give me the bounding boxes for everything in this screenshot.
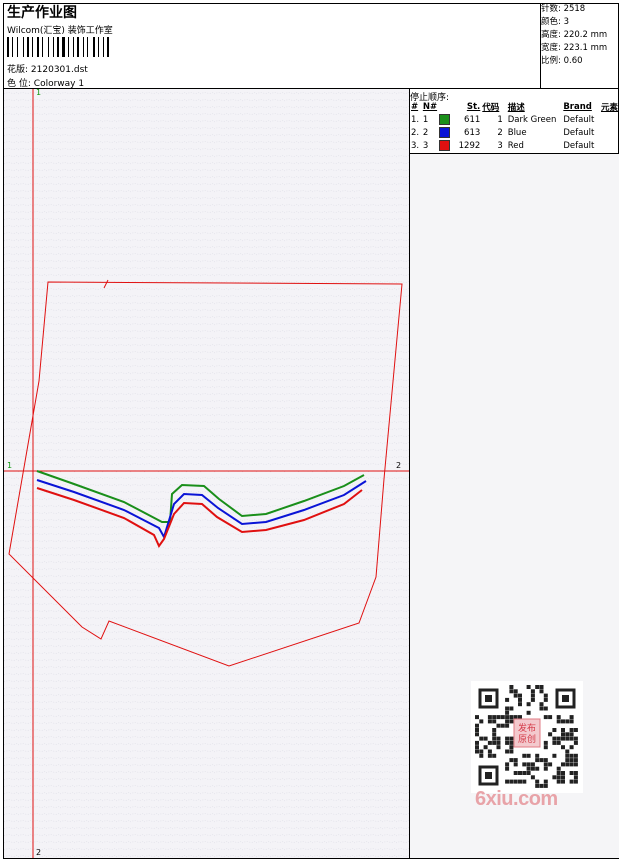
frame-top xyxy=(3,3,619,4)
color-swatch xyxy=(439,127,451,138)
table-row: 3. 3 1292 3 Red Default xyxy=(411,140,595,151)
col-needle: N# xyxy=(422,102,438,112)
design-file-line: 花版: 2120301.dst xyxy=(7,62,88,75)
color-swatch xyxy=(439,114,451,125)
qr-code: 发布 原创 xyxy=(471,681,583,793)
design-file-name: 2120301.dst xyxy=(30,65,88,75)
table-header-row: # N# St. 代码 描述 Brand 元素 xyxy=(410,101,619,113)
design-preview xyxy=(4,89,409,858)
studio-name: Wilcom(汇宝) 装饰工作室 xyxy=(7,26,113,36)
site-watermark: 6xiu.com xyxy=(475,788,558,810)
design-stats: 针数: 2518 颜色: 3 高度: 220.2 mm 宽度: 223.1 mm… xyxy=(541,3,619,68)
col-code: 代码 xyxy=(482,103,500,113)
stat-width: 宽度: 223.1 mm xyxy=(541,43,608,53)
stat-height: 高度: 220.2 mm xyxy=(541,30,608,40)
stop-sequence-table: # N# St. 代码 描述 Brand 元素 1. 1 611 1 Dark … xyxy=(410,101,619,152)
table-row: 2. 2 613 2 Blue Default xyxy=(411,127,595,138)
color-swatch xyxy=(439,140,451,151)
table-row: 1. 1 611 1 Dark Green Default xyxy=(411,114,595,125)
axis-marker-top: 1 xyxy=(36,88,42,97)
qr-stamp-line2: 原创 xyxy=(518,733,536,745)
stats-divider xyxy=(540,3,541,89)
barcode xyxy=(7,37,109,57)
col-element: 元素 xyxy=(600,103,618,113)
stat-scale: 比例: 0.60 xyxy=(541,56,583,66)
col-stitches: St. xyxy=(466,102,481,112)
stat-stitches: 针数: 2518 xyxy=(541,4,586,14)
embroidery-drawing xyxy=(4,89,409,858)
design-file-label: 花版: xyxy=(7,65,29,75)
stat-colors: 颜色: 3 xyxy=(541,17,569,27)
col-index: # xyxy=(411,102,419,112)
col-brand: Brand xyxy=(563,102,592,112)
axis-marker-left: 1 xyxy=(7,461,13,470)
qr-stamp-line1: 发布 xyxy=(518,722,536,734)
col-description: 描述 xyxy=(507,103,525,113)
frame-bottom xyxy=(3,858,619,859)
page-title: 生产作业图 xyxy=(7,5,77,21)
axis-marker-bottom: 2 xyxy=(36,848,42,857)
axis-marker-right: 2 xyxy=(396,461,402,470)
